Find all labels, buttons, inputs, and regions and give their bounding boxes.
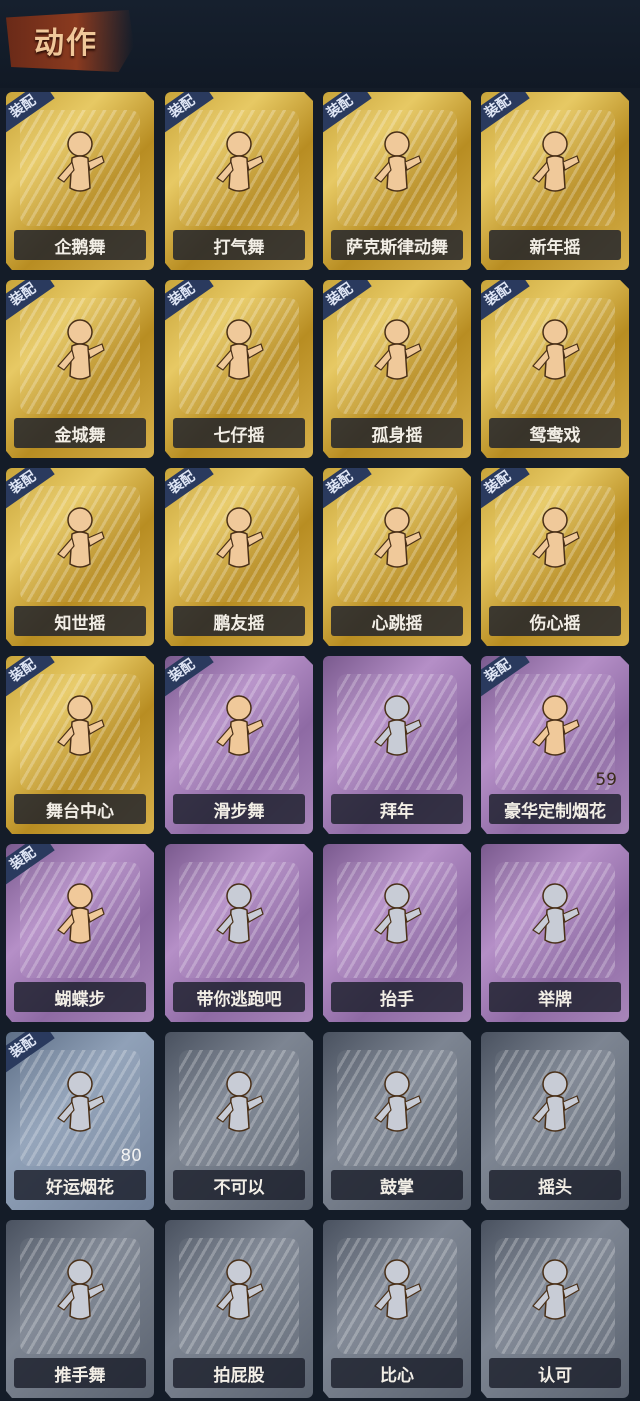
shake-head-icon xyxy=(525,1068,585,1154)
sign-figure-icon xyxy=(525,880,585,966)
emote-card[interactable]: 比心 xyxy=(323,1220,471,1398)
emote-name: 拍屁股 xyxy=(173,1358,305,1388)
dance-figure-icon xyxy=(209,504,269,590)
emote-name: 认可 xyxy=(489,1358,621,1388)
emote-card[interactable]: 打气舞 装配 xyxy=(165,92,313,270)
emote-name: 打气舞 xyxy=(173,230,305,260)
dance-figure-icon xyxy=(50,692,110,778)
dance-figure-icon xyxy=(50,128,110,214)
emote-name: 舞台中心 xyxy=(14,794,146,824)
emote-name: 带你逃跑吧 xyxy=(173,982,305,1012)
emote-name: 好运烟花 xyxy=(14,1170,146,1200)
emote-card[interactable]: 滑步舞 装配 xyxy=(165,656,313,834)
emote-name: 七仔摇 xyxy=(173,418,305,448)
emote-name: 豪华定制烟花 xyxy=(489,794,621,824)
emote-card[interactable]: 推手舞 xyxy=(6,1220,154,1398)
emote-card[interactable]: 举牌 xyxy=(481,844,629,1022)
emote-name: 滑步舞 xyxy=(173,794,305,824)
dance-figure-icon xyxy=(209,316,269,402)
emote-name: 伤心摇 xyxy=(489,606,621,636)
page-title: 动作 xyxy=(34,26,98,61)
wave-figure-icon xyxy=(367,880,427,966)
emote-card[interactable]: 七仔摇 装配 xyxy=(165,280,313,458)
emote-card[interactable]: 80 好运烟花 装配 xyxy=(6,1032,154,1210)
emote-name: 拜年 xyxy=(331,794,463,824)
emote-card[interactable]: 鸳鸯戏 装配 xyxy=(481,280,629,458)
emote-card[interactable]: 金城舞 装配 xyxy=(6,280,154,458)
item-count: 80 xyxy=(120,1146,142,1166)
emote-card[interactable]: 舞台中心 装配 xyxy=(6,656,154,834)
fireworks-icon xyxy=(525,692,585,778)
emote-name: 心跳摇 xyxy=(331,606,463,636)
dance-figure-icon xyxy=(50,316,110,402)
dance-figure-icon xyxy=(50,880,110,966)
dance-figure-icon xyxy=(209,128,269,214)
emote-card[interactable]: 带你逃跑吧 xyxy=(165,844,313,1022)
emote-name: 知世摇 xyxy=(14,606,146,636)
emote-card[interactable]: 抬手 xyxy=(323,844,471,1022)
emote-name: 比心 xyxy=(331,1358,463,1388)
dance-figure-icon xyxy=(50,1256,110,1342)
dance-figure-icon xyxy=(367,316,427,402)
emote-card[interactable]: 伤心摇 装配 xyxy=(481,468,629,646)
heart-figure-icon xyxy=(525,504,585,590)
emote-name: 鹏友摇 xyxy=(173,606,305,636)
dance-figure-icon xyxy=(525,128,585,214)
finger-heart-icon xyxy=(367,1256,427,1342)
emote-card[interactable]: 孤身摇 装配 xyxy=(323,280,471,458)
emote-name: 鸳鸯戏 xyxy=(489,418,621,448)
dance-figure-icon xyxy=(50,504,110,590)
emote-name: 企鹅舞 xyxy=(14,230,146,260)
emote-name: 蝴蝶步 xyxy=(14,982,146,1012)
emote-name: 金城舞 xyxy=(14,418,146,448)
emote-card[interactable]: 企鹅舞 装配 xyxy=(6,92,154,270)
dance-figure-icon xyxy=(209,1256,269,1342)
dance-figure-icon xyxy=(367,504,427,590)
emote-name: 孤身摇 xyxy=(331,418,463,448)
emote-card[interactable]: 摇头 xyxy=(481,1032,629,1210)
emote-card[interactable]: 59 豪华定制烟花 装配 xyxy=(481,656,629,834)
dance-figure-icon xyxy=(209,692,269,778)
item-count: 59 xyxy=(595,770,617,790)
header: 动作 xyxy=(0,0,640,88)
emote-name: 新年摇 xyxy=(489,230,621,260)
emote-card[interactable]: 知世摇 装配 xyxy=(6,468,154,646)
dance-figure-icon xyxy=(209,880,269,966)
emote-card[interactable]: 认可 xyxy=(481,1220,629,1398)
emote-card[interactable]: 鼓掌 xyxy=(323,1032,471,1210)
firework-can-icon xyxy=(50,1068,110,1154)
emote-name: 不可以 xyxy=(173,1170,305,1200)
emote-card[interactable]: 鹏友摇 装配 xyxy=(165,468,313,646)
emote-card[interactable]: 不可以 xyxy=(165,1032,313,1210)
emote-card[interactable]: 萨克斯律动舞 装配 xyxy=(323,92,471,270)
emote-name: 抬手 xyxy=(331,982,463,1012)
emote-name: 举牌 xyxy=(489,982,621,1012)
bow-figure-icon xyxy=(367,692,427,778)
emote-card[interactable]: 心跳摇 装配 xyxy=(323,468,471,646)
finger-icon xyxy=(209,1068,269,1154)
emote-card[interactable]: 拍屁股 xyxy=(165,1220,313,1398)
dance-figure-icon xyxy=(367,128,427,214)
emote-name: 鼓掌 xyxy=(331,1170,463,1200)
thumbs-up-icon xyxy=(525,1256,585,1342)
emote-card[interactable]: 拜年 xyxy=(323,656,471,834)
emote-name: 摇头 xyxy=(489,1170,621,1200)
emote-name: 推手舞 xyxy=(14,1358,146,1388)
emote-name: 萨克斯律动舞 xyxy=(331,230,463,260)
emote-card[interactable]: 新年摇 装配 xyxy=(481,92,629,270)
clap-icon xyxy=(367,1068,427,1154)
emote-card[interactable]: 蝴蝶步 装配 xyxy=(6,844,154,1022)
dance-figure-icon xyxy=(525,316,585,402)
